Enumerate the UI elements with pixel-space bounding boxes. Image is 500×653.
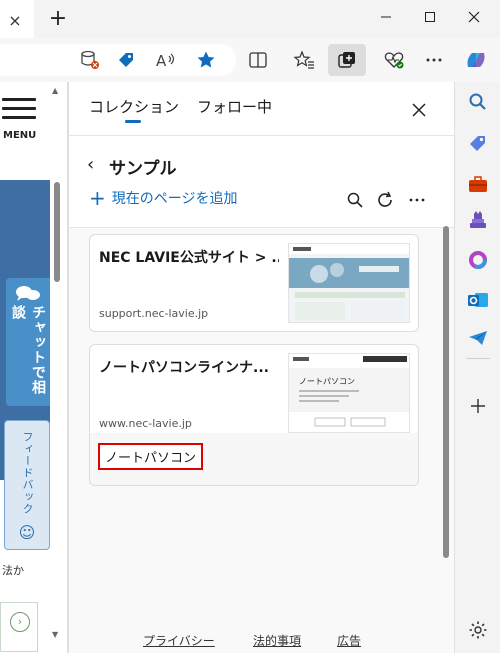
- card-note[interactable]: ノートパソコン: [98, 443, 204, 470]
- split-screen-icon[interactable]: [244, 46, 272, 74]
- toolbox-icon[interactable]: [466, 172, 490, 196]
- database-blocked-icon[interactable]: [76, 46, 104, 74]
- maximize-button[interactable]: [410, 4, 450, 30]
- card-url: support.nec-lavie.jp: [99, 307, 209, 320]
- tab-collections[interactable]: コレクション: [89, 96, 179, 117]
- feedback-label: フィードバック: [21, 431, 34, 515]
- card-thumbnail: ノートパソコン: [288, 353, 410, 433]
- close-window-button[interactable]: [454, 4, 494, 30]
- arrow-circle-icon[interactable]: ›: [10, 612, 30, 632]
- more-icon[interactable]: [420, 46, 448, 74]
- collections-header: コレクション フォロー中: [69, 82, 455, 136]
- menu-button[interactable]: MENU: [0, 92, 40, 142]
- collection-item-card[interactable]: ノートパソコンラインナ... www.nec-lavie.jp ノートパソコン …: [89, 344, 419, 486]
- minimize-icon: [381, 16, 391, 18]
- tag-icon[interactable]: [112, 46, 140, 74]
- more-options-icon[interactable]: [405, 188, 429, 212]
- feedback-button[interactable]: フィードバック ☺: [4, 420, 50, 550]
- browser-toolbar: A: [0, 38, 500, 82]
- sidebar-divider: [466, 358, 490, 359]
- close-pane-button[interactable]: [405, 96, 433, 124]
- back-chevron-icon[interactable]: ‹: [87, 154, 94, 175]
- new-tab-button[interactable]: +: [46, 8, 70, 32]
- close-icon: [468, 11, 480, 23]
- scroll-up-icon[interactable]: ▲: [52, 86, 58, 95]
- tab-following[interactable]: フォロー中: [197, 96, 272, 117]
- smile-icon: ☺: [18, 523, 36, 542]
- search-icon[interactable]: [343, 188, 367, 212]
- tag-icon[interactable]: [466, 132, 490, 156]
- page-snippet: 法か: [2, 564, 24, 577]
- health-icon[interactable]: [380, 46, 408, 74]
- chat-consult-button[interactable]: チャットで相談: [6, 278, 50, 406]
- collection-name: サンプル: [109, 159, 177, 179]
- copilot-icon[interactable]: [462, 46, 490, 74]
- add-icon[interactable]: [466, 394, 490, 418]
- collection-toolbar: ‹ サンプル + 現在のページを追加: [69, 136, 455, 228]
- page-scrollbar[interactable]: [54, 182, 60, 282]
- privacy-link[interactable]: プライバシー: [143, 632, 215, 649]
- refresh-icon[interactable]: [373, 188, 397, 212]
- collections-icon[interactable]: [328, 44, 366, 76]
- microsoft365-icon[interactable]: [466, 248, 490, 272]
- games-icon[interactable]: [466, 208, 490, 232]
- edge-sidebar: [454, 82, 500, 653]
- outlook-icon[interactable]: [466, 288, 490, 312]
- favorite-star-icon[interactable]: [192, 46, 220, 74]
- title-bar: × +: [0, 0, 500, 38]
- search-icon[interactable]: [466, 90, 490, 114]
- close-tab-icon[interactable]: ×: [4, 10, 26, 32]
- pane-scrollbar[interactable]: [443, 226, 449, 558]
- active-tab-indicator: [125, 120, 141, 123]
- add-current-page-label: 現在のページを追加: [111, 191, 238, 207]
- add-current-page-button[interactable]: + 現在のページを追加: [89, 188, 238, 208]
- telegram-icon[interactable]: [466, 326, 490, 350]
- card-note-area[interactable]: ノートパソコン: [90, 433, 418, 485]
- maximize-icon: [425, 12, 435, 22]
- collections-pane: コレクション フォロー中 ‹ サンプル + 現在のページを追加 NEC LAVI…: [68, 82, 455, 653]
- scroll-down-icon[interactable]: ▼: [52, 630, 58, 639]
- svg-text:A: A: [156, 52, 167, 70]
- hamburger-icon: [2, 98, 36, 125]
- web-page-content: MENU チャットで相談 フィードバック ☺ 法か › ▲ ▼: [0, 82, 68, 653]
- plus-icon: +: [89, 186, 106, 210]
- collection-item-card[interactable]: NEC LAVIE公式サイト > ... support.nec-lavie.j…: [89, 234, 419, 332]
- browser-tab[interactable]: ×: [0, 0, 34, 38]
- legal-link[interactable]: 法的事項: [253, 632, 301, 649]
- thumb-heading: ノートパソコン: [299, 377, 355, 386]
- menu-label: MENU: [3, 130, 37, 141]
- pane-footer: プライバシー 法的事項 広告: [69, 630, 455, 653]
- settings-icon[interactable]: [466, 618, 490, 642]
- ads-link[interactable]: 広告: [337, 632, 361, 649]
- card-title: ノートパソコンラインナ...: [99, 360, 269, 376]
- favorites-icon[interactable]: [290, 46, 318, 74]
- chat-label: チャットで相談: [10, 305, 46, 396]
- chat-bubble-icon: [16, 286, 40, 301]
- read-aloud-icon[interactable]: A: [152, 46, 180, 74]
- card-thumbnail: [288, 243, 410, 323]
- card-title: NEC LAVIE公式サイト > ...: [99, 250, 279, 266]
- close-icon: [412, 103, 426, 117]
- minimize-button[interactable]: [366, 4, 406, 30]
- card-url: www.nec-lavie.jp: [99, 417, 192, 430]
